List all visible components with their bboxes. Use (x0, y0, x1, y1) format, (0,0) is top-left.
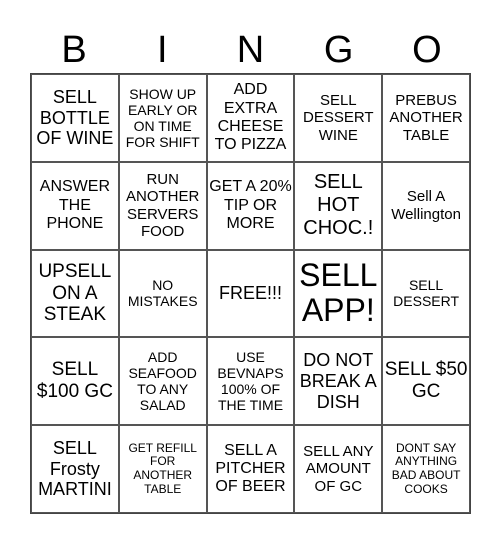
bingo-cell[interactable]: SELL APP! (294, 249, 383, 338)
header-letter-g: G (323, 29, 354, 71)
bingo-cell[interactable]: UPSELL ON A STEAK (31, 249, 119, 338)
bingo-cell[interactable]: SELL DESSERT (382, 249, 470, 338)
header-letter-b: B (61, 29, 87, 71)
bingo-cell[interactable]: ANSWER THE PHONE (31, 161, 119, 250)
bingo-cell[interactable]: SELL $50 GC (382, 337, 470, 426)
bingo-cell[interactable]: DONT SAY ANYTHING BAD ABOUT COOKS (382, 425, 470, 513)
bingo-cell[interactable]: GET REFILL FOR ANOTHER TABLE (118, 425, 207, 513)
bingo-cell[interactable]: USE BEVNAPS 100% OF THE TIME (206, 337, 295, 426)
bingo-cell[interactable]: SELL HOT CHOC.! (294, 161, 383, 250)
bingo-cell[interactable]: Sell A Wellington (382, 161, 470, 250)
bingo-cell[interactable]: SELL A PITCHER OF BEER (206, 425, 295, 513)
bingo-grid: SELL BOTTLE OF WINE SHOW UP EARLY OR ON … (30, 73, 471, 514)
bingo-cell[interactable]: GET A 20% TIP OR MORE (206, 161, 295, 250)
bingo-cell[interactable]: FREE!!! (206, 249, 295, 338)
bingo-cell[interactable]: SELL ANY AMOUNT OF GC (294, 425, 383, 513)
bingo-header: B I N G O (30, 28, 471, 72)
bingo-cell[interactable]: SELL Frosty MARTINI (31, 425, 119, 513)
bingo-cell[interactable]: DO NOT BREAK A DISH (294, 337, 383, 426)
bingo-cell[interactable]: NO MISTAKES (118, 249, 207, 338)
header-letter-i: I (157, 29, 168, 71)
bingo-cell[interactable]: SELL BOTTLE OF WINE (31, 74, 119, 162)
bingo-cell[interactable]: ADD EXTRA CHEESE TO PIZZA (206, 74, 295, 162)
bingo-cell[interactable]: SELL $100 GC (31, 337, 119, 426)
bingo-cell[interactable]: RUN ANOTHER SERVERS FOOD (118, 161, 207, 250)
bingo-cell[interactable]: ADD SEAFOOD TO ANY SALAD (118, 337, 207, 426)
header-letter-o: O (412, 29, 442, 71)
header-letter-n: N (236, 29, 265, 71)
bingo-cell[interactable]: SHOW UP EARLY OR ON TIME FOR SHIFT (118, 74, 207, 162)
bingo-cell[interactable]: SELL DESSERT WINE (294, 74, 383, 162)
bingo-cell[interactable]: PREBUS ANOTHER TABLE (382, 74, 470, 162)
